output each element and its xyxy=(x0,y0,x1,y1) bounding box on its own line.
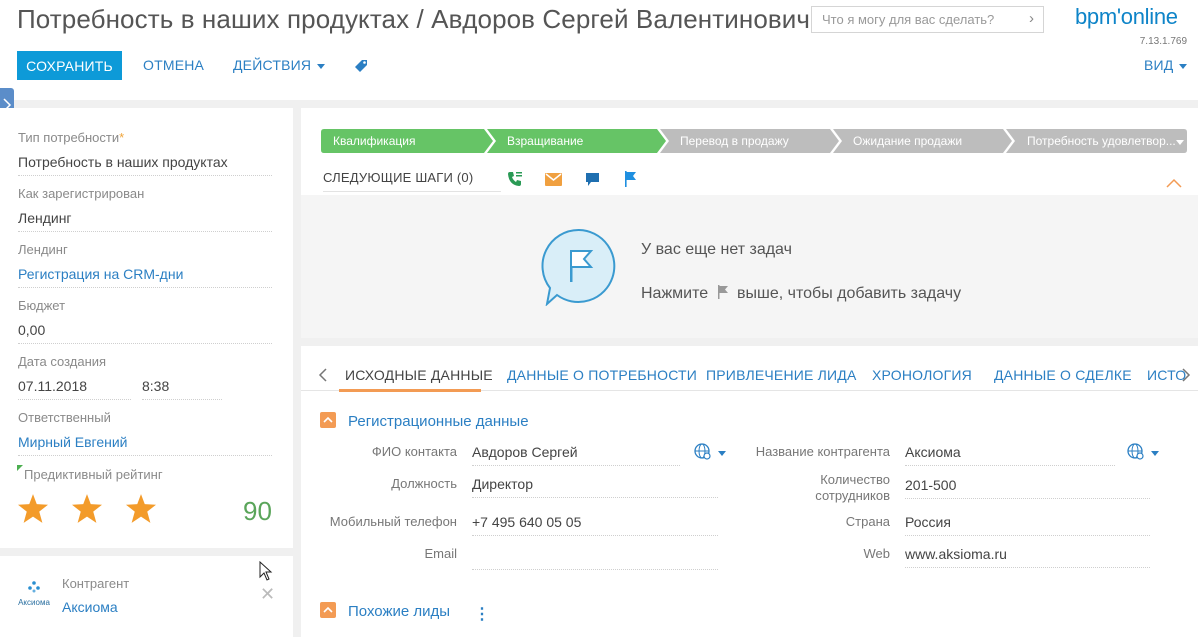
position-field[interactable]: Директор xyxy=(472,476,718,498)
empty-title: У вас еще нет задач xyxy=(641,241,792,258)
cancel-button[interactable]: ОТМЕНА xyxy=(143,57,204,73)
position-label: Должность xyxy=(391,476,457,491)
view-button[interactable]: ВИД xyxy=(1144,57,1188,73)
tab-bar: ИСХОДНЫЕ ДАННЫЕ ДАННЫЕ О ПОТРЕБНОСТИ ПРИ… xyxy=(301,346,1198,392)
owner-caption: Ответственный xyxy=(18,410,111,425)
stage-transfer-to-sale[interactable]: Перевод в продажу xyxy=(680,134,789,148)
flag-bubble-icon xyxy=(541,228,616,306)
collapse-icon[interactable] xyxy=(320,602,336,619)
mobile-label: Мобильный телефон xyxy=(329,514,457,529)
account-card: Аксиома Контрагент Аксиома ✕ xyxy=(0,556,293,637)
web-label: Web xyxy=(863,546,891,561)
caret-down-icon xyxy=(1179,63,1188,69)
web-field[interactable]: www.aksioma.ru xyxy=(905,546,1150,568)
more-options-icon[interactable]: ⋮ xyxy=(474,604,490,624)
account-name-label: Название контрагента xyxy=(755,444,890,459)
flag-icon[interactable] xyxy=(624,171,637,187)
employees-label: Количество сотрудников xyxy=(815,472,890,503)
tag-icon[interactable] xyxy=(353,58,369,77)
actions-label: ДЕЙСТВИЯ xyxy=(233,57,312,73)
star-icon xyxy=(126,494,156,523)
contact-name-field[interactable]: Авдоров Сергей xyxy=(472,444,680,466)
search-input[interactable] xyxy=(812,7,1012,32)
caret-down-icon[interactable] xyxy=(1151,451,1159,456)
call-icon[interactable] xyxy=(507,171,523,187)
collapse-icon[interactable] xyxy=(320,412,336,429)
details-panel: ИСХОДНЫЕ ДАННЫЕ ДАННЫЕ О ПОТРЕБНОСТИ ПРИ… xyxy=(301,346,1198,637)
budget-field[interactable]: 0,00 xyxy=(18,322,272,344)
landing-link[interactable]: Регистрация на CRM-дни xyxy=(18,266,272,288)
tasks-empty-state: У вас еще нет задач Нажмите выше, чтобы … xyxy=(301,195,1198,338)
account-logo: Аксиома xyxy=(18,581,50,607)
indicator-mark xyxy=(17,465,23,471)
left-profile-panel: Тип потребности* Потребность в наших про… xyxy=(0,108,293,548)
collapse-up-icon[interactable] xyxy=(1166,178,1182,188)
need-type-field[interactable]: Потребность в наших продуктах xyxy=(18,154,272,176)
account-caption: Контрагент xyxy=(62,576,130,591)
next-steps-underline xyxy=(323,191,501,192)
similar-leads-group-header[interactable]: Похожие лиды xyxy=(320,602,450,620)
version-label: 7.13.1.769 xyxy=(1139,36,1187,47)
created-date-caption: Дата создания xyxy=(18,354,107,369)
need-type-caption: Тип потребности* xyxy=(18,130,125,145)
stage-nurturing[interactable]: Взращивание xyxy=(507,134,583,148)
chevron-right-icon[interactable] xyxy=(1181,368,1191,382)
star-icon xyxy=(18,494,48,523)
tab-deal-data[interactable]: ДАННЫЕ О СДЕЛКЕ xyxy=(994,367,1132,383)
contact-name-label: ФИО контакта xyxy=(371,444,457,459)
created-date-field[interactable]: 07.11.2018 xyxy=(18,378,131,400)
tab-initial-data[interactable]: ИСХОДНЫЕ ДАННЫЕ xyxy=(345,367,493,383)
chat-icon[interactable] xyxy=(585,172,600,187)
close-icon[interactable]: ✕ xyxy=(260,584,275,605)
email-label: Email xyxy=(424,546,457,561)
flag-icon xyxy=(717,285,728,299)
mouse-cursor-icon xyxy=(259,561,273,581)
country-field[interactable]: Россия xyxy=(905,514,1150,536)
star-icon xyxy=(72,494,102,523)
created-time-field[interactable]: 8:38 xyxy=(142,378,222,400)
employees-field[interactable]: 201-500 xyxy=(905,477,1150,499)
stages-and-tasks-panel: Квалификация Взращивание Перевод в прода… xyxy=(301,108,1198,338)
stage-dropdown-icon[interactable] xyxy=(1176,140,1184,145)
email-icon[interactable] xyxy=(545,173,562,186)
rating-value: 90 xyxy=(243,496,272,526)
tab-timeline[interactable]: ХРОНОЛОГИЯ xyxy=(872,367,972,383)
owner-link[interactable]: Мирный Евгений xyxy=(18,434,272,456)
page-title: Потребность в наших продуктах / Авдоров … xyxy=(17,4,840,34)
tab-need-data[interactable]: ДАННЫЕ О ПОТРЕБНОСТИ xyxy=(507,367,697,383)
logo: bpm'online xyxy=(1075,4,1178,29)
mobile-field[interactable]: +7 495 640 05 05 xyxy=(472,514,718,536)
registration-group-header[interactable]: Регистрационные данные xyxy=(320,412,529,430)
registration-method-caption: Как зарегистрирован xyxy=(18,186,145,201)
header: Потребность в наших продуктах / Авдоров … xyxy=(0,0,1198,100)
empty-hint: Нажмите выше, чтобы добавить задачу xyxy=(641,285,962,302)
account-link[interactable]: Аксиома xyxy=(62,599,118,615)
command-search[interactable]: › xyxy=(811,6,1044,33)
chevron-right-icon[interactable]: › xyxy=(1029,10,1034,27)
chevron-left-icon[interactable] xyxy=(318,368,328,382)
account-name-field[interactable]: Аксиома xyxy=(905,444,1115,466)
caret-down-icon[interactable] xyxy=(718,451,726,456)
active-tab-indicator xyxy=(339,389,481,392)
save-button[interactable]: СОХРАНИТЬ xyxy=(17,51,122,80)
web-lookup-icon[interactable] xyxy=(694,443,712,461)
country-label: Страна xyxy=(845,514,890,529)
stage-awaiting-sale[interactable]: Ожидание продажи xyxy=(853,134,962,148)
stage-qualification[interactable]: Квалификация xyxy=(333,134,415,148)
stage-need-satisfied[interactable]: Потребность удовлетвор... xyxy=(1027,134,1176,148)
email-field[interactable] xyxy=(472,546,718,570)
registration-method-field[interactable]: Лендинг xyxy=(18,210,272,232)
predictive-rating-caption: Предиктивный рейтинг xyxy=(24,467,163,482)
next-steps-label[interactable]: СЛЕДУЮЩИЕ ШАГИ (0) xyxy=(323,170,473,185)
landing-caption: Лендинг xyxy=(18,242,68,257)
tab-lead-attraction[interactable]: ПРИВЛЕЧЕНИЕ ЛИДА xyxy=(706,367,857,383)
caret-down-icon xyxy=(317,63,326,69)
actions-button[interactable]: ДЕЙСТВИЯ xyxy=(233,57,326,73)
web-lookup-icon[interactable] xyxy=(1127,443,1145,461)
view-label: ВИД xyxy=(1144,57,1174,73)
budget-caption: Бюджет xyxy=(18,298,66,313)
